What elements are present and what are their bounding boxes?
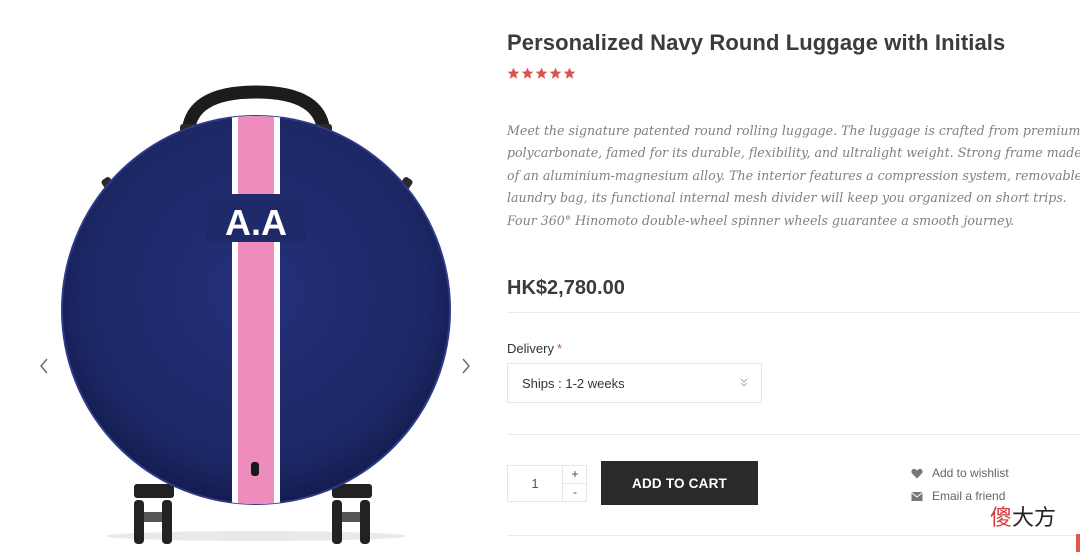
envelope-icon <box>911 491 923 501</box>
delivery-selected-value: Ships : 1-2 weeks <box>522 375 625 391</box>
chevron-right-icon <box>462 358 470 374</box>
product-title: Personalized Navy Round Luggage with Ini… <box>507 30 1006 55</box>
star-icon <box>507 67 520 79</box>
initials-text: A.A <box>225 202 287 243</box>
heart-icon <box>911 468 923 478</box>
required-mark: * <box>556 341 563 356</box>
delivery-label: Delivery * <box>507 341 563 356</box>
divider <box>507 535 1080 536</box>
product-description: Meet the signature patented round rollin… <box>507 123 1080 228</box>
quantity-increase-button[interactable]: + <box>563 466 587 483</box>
chevron-left-icon <box>40 358 48 374</box>
rating-stars <box>507 67 576 80</box>
watermark: 傻大方 <box>990 506 1057 531</box>
delivery-select[interactable]: Ships : 1-2 weeks <box>507 363 762 403</box>
gallery-prev-button[interactable] <box>34 352 54 380</box>
wishlist-label: Add to wishlist <box>932 466 1009 480</box>
divider <box>507 434 1080 435</box>
star-icon <box>563 67 576 79</box>
chevron-down-icon <box>740 378 748 387</box>
product-details: Personalized Navy Round Luggage with Ini… <box>507 0 1080 552</box>
corner-decoration <box>1076 534 1080 552</box>
product-gallery: A.A <box>0 0 490 552</box>
quantity-input[interactable] <box>508 466 562 501</box>
add-to-cart-button[interactable]: ADD TO CART <box>601 461 758 505</box>
product-price: HK$2,780.00 <box>507 277 625 299</box>
gallery-next-button[interactable] <box>456 352 476 380</box>
quantity-decrease-button[interactable]: - <box>563 484 587 501</box>
star-icon <box>549 67 562 79</box>
quantity-stepper: + - <box>507 465 587 502</box>
divider <box>507 312 1080 313</box>
add-to-wishlist-link[interactable]: Add to wishlist <box>911 466 1009 480</box>
star-icon <box>535 67 548 79</box>
product-image: A.A <box>61 85 451 544</box>
star-icon <box>521 67 534 79</box>
